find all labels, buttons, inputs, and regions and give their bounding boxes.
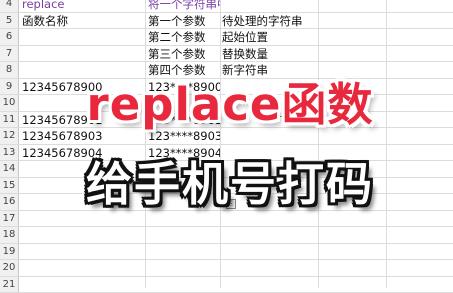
cell-col-a[interactable] bbox=[22, 46, 142, 62]
overlay-subtitle: 给手机号打码 bbox=[40, 148, 420, 214]
cell-col-c[interactable] bbox=[222, 0, 452, 12]
row-number[interactable]: 20 bbox=[0, 260, 19, 276]
cell-col-a[interactable] bbox=[22, 29, 142, 45]
row-number[interactable]: 6 bbox=[0, 29, 19, 45]
table-row: 21 bbox=[0, 277, 453, 293]
row-number[interactable]: 15 bbox=[0, 178, 19, 194]
cell-col-b[interactable] bbox=[148, 244, 220, 260]
table-row: 7 第三个参数替换数量 bbox=[0, 46, 453, 63]
row-number[interactable]: 17 bbox=[0, 211, 19, 227]
row-number[interactable]: 18 bbox=[0, 227, 19, 243]
cell-col-c[interactable] bbox=[222, 227, 452, 243]
table-row: 19 bbox=[0, 244, 453, 261]
cell-col-b[interactable] bbox=[148, 260, 220, 276]
row-number[interactable]: 11 bbox=[0, 112, 19, 128]
cell-col-b[interactable] bbox=[148, 277, 220, 293]
row-number[interactable]: 10 bbox=[0, 95, 19, 111]
cell-col-c[interactable]: 起始位置 bbox=[222, 29, 452, 45]
cell-col-c[interactable]: 替换数量 bbox=[222, 46, 452, 62]
cell-col-a[interactable] bbox=[22, 227, 142, 243]
cell-col-a[interactable]: 函数名称 bbox=[22, 13, 142, 29]
cell-col-a[interactable] bbox=[22, 277, 142, 293]
cell-col-c[interactable]: 待处理的字符串 bbox=[222, 13, 452, 29]
row-number[interactable]: 8 bbox=[0, 62, 19, 78]
cell-col-b[interactable]: 将一个字符串中的部分字符用另一个字符串替换 bbox=[148, 0, 220, 12]
cell-col-b[interactable]: 第三个参数 bbox=[148, 46, 220, 62]
cell-col-c[interactable] bbox=[222, 260, 452, 276]
row-number[interactable]: 19 bbox=[0, 244, 19, 260]
row-number[interactable]: 21 bbox=[0, 277, 19, 293]
overlay-title: replace函数 bbox=[60, 68, 400, 133]
row-number[interactable]: 9 bbox=[0, 79, 19, 95]
cell-col-a[interactable]: replace bbox=[22, 0, 142, 12]
row-number[interactable]: 5 bbox=[0, 13, 19, 29]
table-row: 5函数名称第一个参数待处理的字符串 bbox=[0, 13, 453, 30]
cell-col-a[interactable] bbox=[22, 244, 142, 260]
cell-col-b[interactable] bbox=[148, 227, 220, 243]
cell-col-c[interactable] bbox=[222, 277, 452, 293]
row-number[interactable]: 12 bbox=[0, 128, 19, 144]
row-number[interactable]: 13 bbox=[0, 145, 19, 161]
cell-col-a[interactable] bbox=[22, 260, 142, 276]
row-number[interactable]: 14 bbox=[0, 161, 19, 177]
cell-col-b[interactable]: 第一个参数 bbox=[148, 13, 220, 29]
table-row: 18 bbox=[0, 227, 453, 244]
table-row: 6 第二个参数起始位置 bbox=[0, 29, 453, 46]
cell-col-b[interactable]: 第二个参数 bbox=[148, 29, 220, 45]
cell-col-c[interactable] bbox=[222, 244, 452, 260]
row-number[interactable]: 7 bbox=[0, 46, 19, 62]
row-number[interactable]: 16 bbox=[0, 194, 19, 210]
row-number[interactable]: 4 bbox=[0, 0, 19, 12]
table-row: 4replace 将一个字符串中的部分字符用另一个字符串替换 bbox=[0, 0, 453, 13]
table-row: 20 bbox=[0, 260, 453, 277]
